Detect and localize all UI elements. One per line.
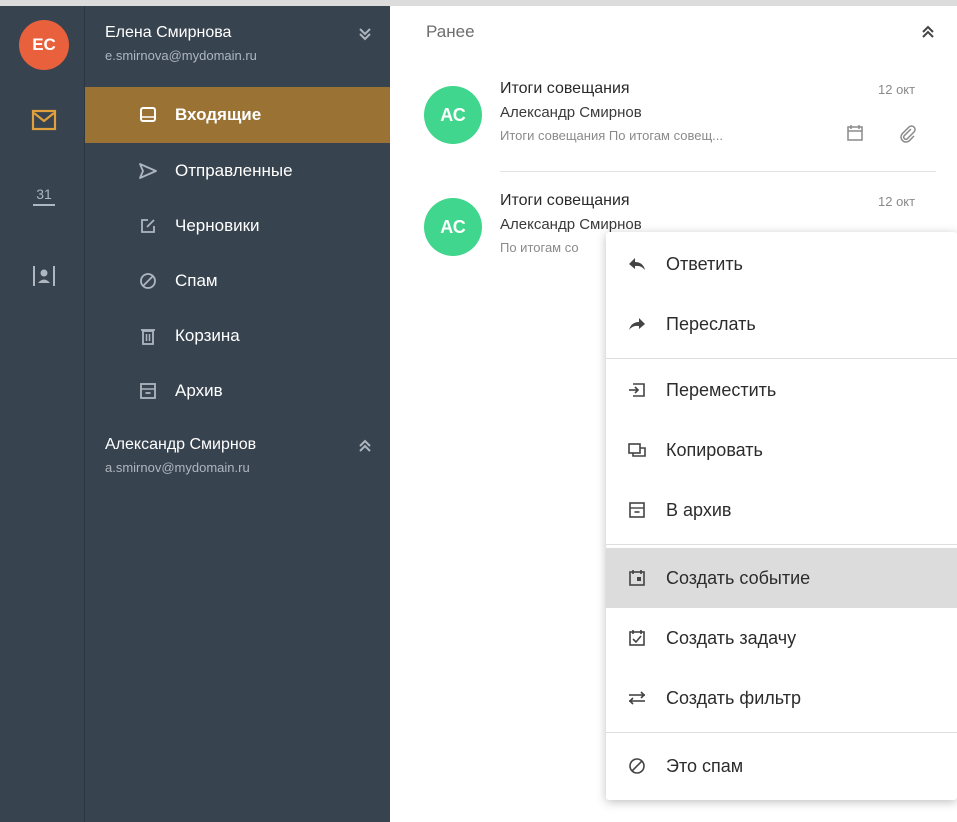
message-divider (500, 171, 936, 172)
calendar-icon[interactable]: 31 (24, 178, 64, 218)
menu-item-label: Переместить (666, 379, 777, 400)
message-date: 12 окт (878, 194, 916, 209)
menu-item-label: В архив (666, 499, 732, 520)
menu-item-label: Создать событие (666, 567, 811, 588)
attachment-icon[interactable] (898, 124, 918, 144)
folder-sent[interactable]: Отправленные (85, 143, 390, 199)
folder-label: Архив (175, 381, 223, 400)
menu-item-forward[interactable]: Переслать (606, 294, 957, 354)
message-preview: По итогам со (500, 240, 579, 255)
menu-item-label: Это спам (666, 755, 744, 776)
contacts-icon[interactable] (24, 256, 64, 296)
sender-avatar: АС (424, 86, 482, 144)
account-email: e.smirnova@mydomain.ru (105, 48, 257, 63)
calendar-icon[interactable] (846, 124, 864, 142)
menu-item-create-task[interactable]: Создать задачу (606, 608, 957, 668)
message-sender: Александр Смирнов (500, 216, 642, 233)
chevrons-down-icon[interactable] (355, 24, 375, 44)
send-icon (137, 160, 159, 182)
menu-item-label: Копировать (666, 439, 763, 460)
message-subject: Итоги совещания (500, 80, 630, 97)
menu-separator (606, 544, 957, 545)
menu-separator (606, 358, 957, 359)
inbox-icon (137, 104, 159, 126)
section-title: Ранее (426, 22, 475, 41)
mail-icon[interactable] (24, 100, 64, 140)
folder-drafts[interactable]: Черновики (85, 198, 390, 254)
menu-item-create-filter[interactable]: Создать фильтр (606, 668, 957, 728)
menu-item-label: Создать фильтр (666, 687, 801, 708)
copy-icon (626, 439, 648, 461)
account-secondary[interactable]: Александр Смирнов a.smirnov@mydomain.ru (105, 436, 256, 475)
menu-item-spam[interactable]: Это спам (606, 736, 957, 796)
message-preview: Итоги совещания По итогам совещ... (500, 128, 723, 143)
account-email: a.smirnov@mydomain.ru (105, 460, 250, 475)
folder-trash[interactable]: Корзина (85, 308, 390, 364)
draft-icon (137, 215, 159, 237)
folder-label: Черновики (175, 216, 260, 235)
menu-item-label: Создать задачу (666, 627, 797, 648)
message-item[interactable]: АС Итоги совещания Александр Смирнов Ито… (390, 74, 957, 174)
filter-icon (626, 687, 648, 709)
sender-avatar: АС (424, 198, 482, 256)
menu-item-move[interactable]: Переместить (606, 360, 957, 420)
spam-icon (137, 270, 159, 292)
task-icon (626, 627, 648, 649)
calendar-day-text: 31 (36, 186, 52, 202)
message-subject: Итоги совещания (500, 192, 630, 209)
archive-icon (137, 380, 159, 402)
trash-icon (137, 325, 159, 347)
chevrons-up-icon[interactable] (355, 436, 375, 456)
menu-item-copy[interactable]: Копировать (606, 420, 957, 480)
spam-icon (626, 755, 648, 777)
move-icon (626, 379, 648, 401)
folder-label: Отправленные (175, 161, 293, 180)
message-date: 12 окт (878, 82, 916, 97)
folder-label: Спам (175, 271, 218, 290)
menu-item-label: Ответить (666, 253, 743, 274)
archive-icon (626, 499, 648, 521)
user-avatar[interactable]: ЕС (19, 20, 69, 70)
account-primary[interactable]: Елена Смирнова e.smirnova@mydomain.ru (105, 24, 257, 63)
menu-item-reply[interactable]: Ответить (606, 234, 957, 294)
folder-sidebar: Елена Смирнова e.smirnova@mydomain.ru Вх… (85, 6, 390, 822)
folder-label: Корзина (175, 326, 240, 345)
menu-item-archive[interactable]: В архив (606, 480, 957, 540)
folder-label: Входящие (175, 105, 262, 124)
menu-separator (606, 732, 957, 733)
folder-inbox[interactable]: Входящие (85, 87, 390, 143)
account-name: Елена Смирнова (105, 24, 232, 41)
reply-icon (626, 253, 648, 275)
menu-item-create-event[interactable]: Создать событие (606, 548, 957, 608)
context-menu: Ответить Переслать Переместить Копироват… (606, 232, 957, 800)
account-name: Александр Смирнов (105, 436, 257, 453)
folder-spam[interactable]: Спам (85, 253, 390, 309)
folder-archive[interactable]: Архив (85, 363, 390, 419)
event-icon (626, 567, 648, 589)
menu-item-label: Переслать (666, 313, 756, 334)
forward-icon (626, 313, 648, 335)
message-sender: Александр Смирнов (500, 104, 642, 121)
chevrons-up-icon[interactable] (918, 22, 938, 42)
